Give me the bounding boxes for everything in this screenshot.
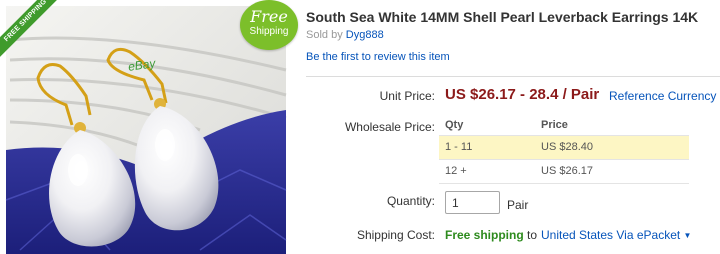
seller-link[interactable]: Dyg888 [346, 29, 384, 41]
sold-by: Sold by Dyg888 [306, 29, 384, 41]
wholesale-price-table: Qty Price 1 - 11 US $28.40 12 + US $26.1… [439, 115, 689, 184]
header-price: Price [541, 119, 568, 131]
tier-price: US $28.40 [541, 141, 593, 153]
free-shipping-text: Free shipping [445, 228, 524, 242]
shipping-destination-dropdown[interactable]: United States Via ePacket ▼ [541, 228, 691, 242]
product-title: South Sea White 14MM Shell Pearl Leverba… [306, 9, 699, 25]
table-header: Qty Price [439, 115, 689, 136]
sold-by-label: Sold by [306, 29, 343, 41]
quantity-unit: Pair [507, 198, 529, 212]
reference-currency-dropdown[interactable]: Reference Currency ▼ [609, 89, 720, 103]
badge-free-text: Free [250, 7, 288, 26]
shipping-cost-label: Shipping Cost: [356, 228, 435, 242]
tier-price: US $26.17 [541, 165, 593, 177]
badge-shipping-text: Shipping [249, 26, 289, 37]
table-row: 12 + US $26.17 [439, 160, 689, 184]
quantity-input[interactable] [445, 191, 500, 214]
tier-qty: 1 - 11 [445, 141, 473, 153]
divider [306, 76, 720, 77]
chevron-down-icon: ▼ [683, 231, 692, 240]
table-row: 1 - 11 US $28.40 [439, 136, 689, 160]
header-qty: Qty [445, 119, 464, 131]
review-link[interactable]: Be the first to review this item [306, 51, 450, 63]
wholesale-price-label: Wholesale Price: [344, 120, 435, 134]
shipping-destination-label: United States Via ePacket [541, 228, 681, 242]
reference-currency-label: Reference Currency [609, 89, 717, 103]
tier-qty: 12 + [445, 165, 467, 177]
price-range: US $26.17 - 28.4 / Pair [445, 86, 600, 103]
shipping-to-text: to [527, 228, 538, 242]
quantity-label: Quantity: [386, 194, 435, 208]
free-shipping-badge: Free Shipping [240, 0, 298, 50]
unit-price-label: Unit Price: [379, 89, 435, 103]
